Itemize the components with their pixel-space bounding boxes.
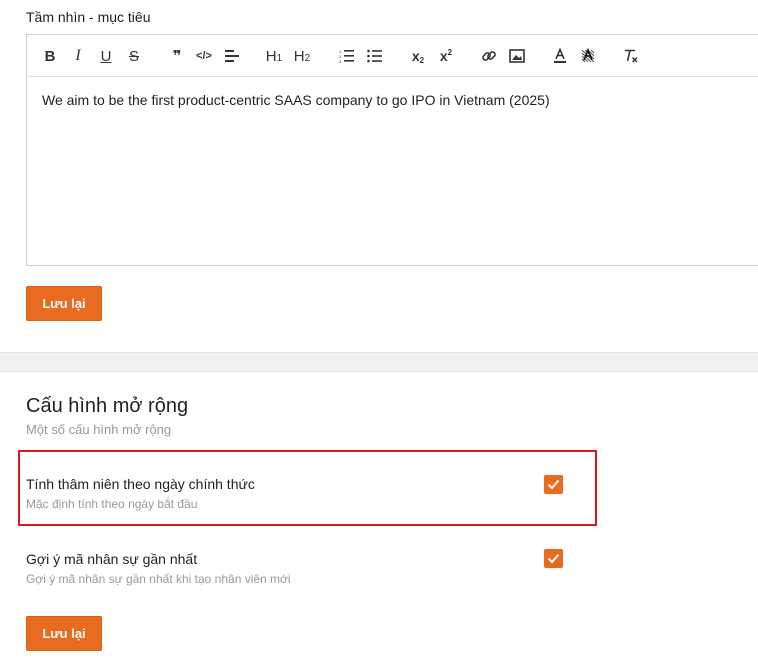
blockquote-button[interactable]: ❞	[168, 45, 186, 67]
option-seniority-checkbox[interactable]	[544, 475, 563, 494]
image-icon	[509, 49, 525, 63]
editor-content[interactable]: We aim to be the first product-centric S…	[42, 92, 550, 108]
save-vision-button[interactable]: Lưu lại	[26, 286, 102, 321]
clear-format-icon	[625, 49, 638, 63]
heading-1-button[interactable]: H1	[265, 45, 283, 67]
bold-button[interactable]: B	[41, 45, 59, 67]
superscript-button[interactable]: x2	[437, 45, 455, 67]
save-extended-button[interactable]: Lưu lại	[26, 616, 102, 651]
ordered-list-icon: 123	[339, 49, 354, 63]
underline-button[interactable]: U	[97, 45, 115, 67]
clear-format-button[interactable]	[622, 45, 640, 67]
svg-text:3: 3	[339, 59, 342, 63]
section-divider	[0, 352, 758, 372]
vision-label: Tầm nhìn - mục tiêu	[26, 9, 151, 25]
option-seniority-desc: Mặc định tính theo ngày bắt đầu	[26, 497, 198, 511]
subscript-button[interactable]: x2	[409, 45, 427, 67]
text-color-button[interactable]	[551, 45, 569, 67]
align-left-icon	[225, 50, 239, 62]
image-button[interactable]	[508, 45, 526, 67]
link-icon	[482, 51, 496, 61]
extended-config-title: Cấu hình mở rộng	[26, 395, 189, 417]
option-employee-code-checkbox[interactable]	[544, 549, 563, 568]
text-color-icon	[554, 48, 566, 63]
heading-2-button[interactable]: H2	[293, 45, 311, 67]
editor-toolbar: B I U S ❞ </> H1 H2 123 x2 x 2	[27, 35, 758, 77]
checkmark-icon	[547, 553, 560, 564]
align-left-button[interactable]	[223, 45, 241, 67]
extended-config-subtitle: Một số cấu hình mở rộng	[26, 422, 172, 437]
highlight-icon	[581, 48, 595, 63]
bullet-list-icon	[367, 49, 382, 63]
link-button[interactable]	[480, 45, 498, 67]
rich-text-editor: B I U S ❞ </> H1 H2 123 x2 x 2 We aim to…	[26, 34, 758, 266]
bullet-list-button[interactable]	[366, 45, 384, 67]
ordered-list-button[interactable]: 123	[338, 45, 356, 67]
code-block-button[interactable]: </>	[195, 45, 213, 67]
strikethrough-button[interactable]: S	[125, 45, 143, 67]
background-color-button[interactable]	[579, 45, 597, 67]
vision-section: Tầm nhìn - mục tiêu B I U S ❞ </> H1 H2 …	[0, 0, 758, 352]
option-employee-code-desc: Gợi ý mã nhân sự gần nhất khi tạo nhân v…	[26, 572, 291, 586]
checkmark-icon	[547, 479, 560, 490]
italic-button[interactable]: I	[69, 45, 87, 67]
option-seniority-title: Tính thâm niên theo ngày chính thức	[26, 476, 255, 492]
option-employee-code-title: Gợi ý mã nhân sự gần nhất	[26, 551, 198, 567]
